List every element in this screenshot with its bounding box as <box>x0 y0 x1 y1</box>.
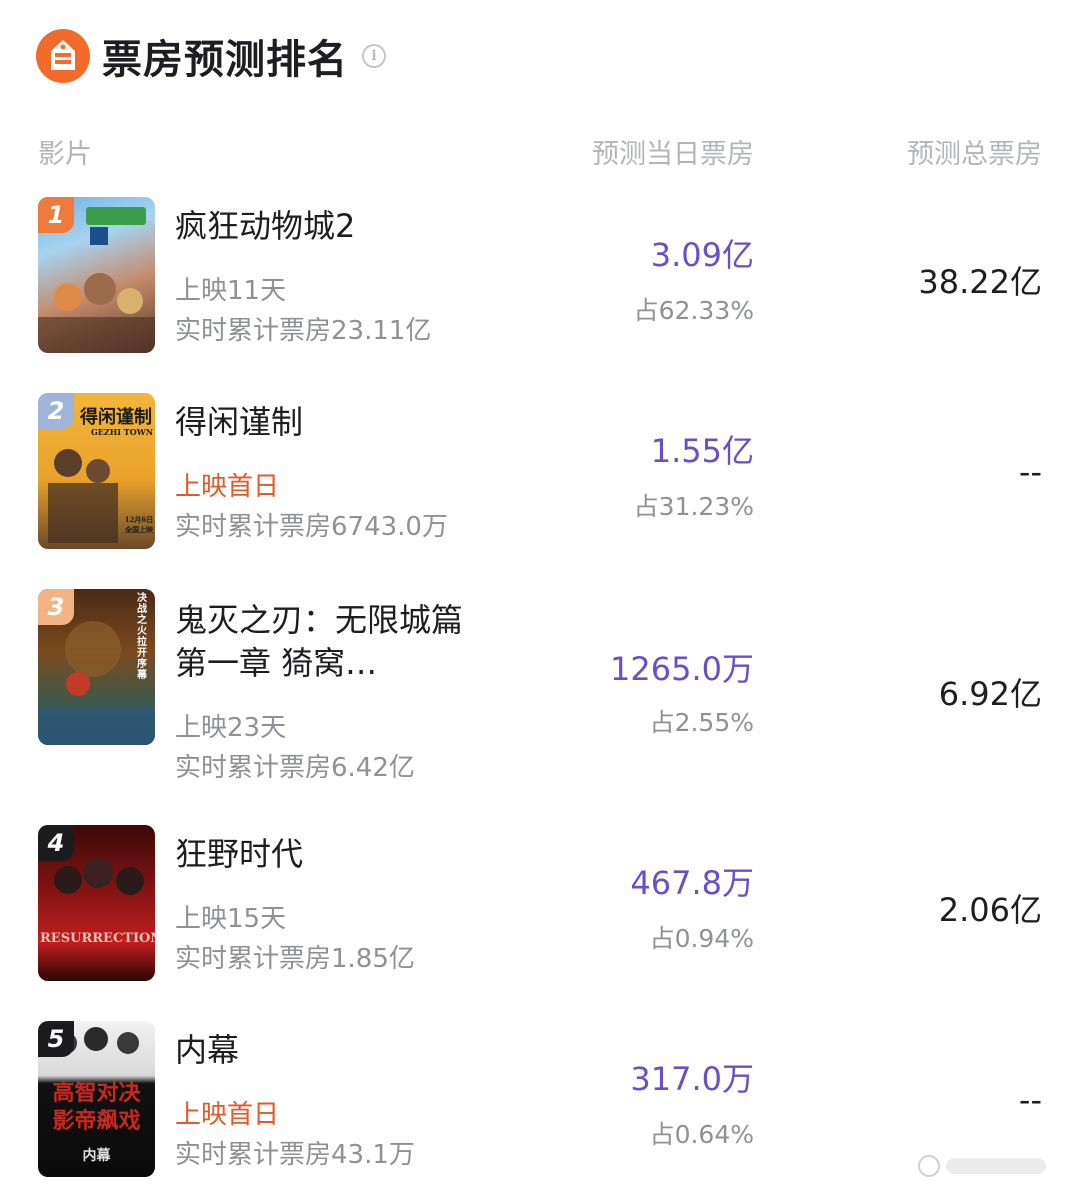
cumulative-box-office: 实时累计票房1.85亿 <box>175 944 415 974</box>
release-status: 上映首日 <box>175 472 280 502</box>
release-status: 上映23天 <box>175 713 287 743</box>
film-row[interactable]: RESURRECTION 4 狂野时代 上映15天 实时累计票房1.85亿 46… <box>0 825 1080 985</box>
poster-title: 内幕 <box>82 1148 111 1164</box>
total-forecast-value: -- <box>1018 1081 1042 1119</box>
film-title[interactable]: 内幕 <box>175 1029 475 1072</box>
cumulative-box-office: 实时累计票房6.42亿 <box>175 753 415 783</box>
day-forecast-value: 1265.0万 <box>610 650 754 688</box>
day-forecast-share: 占2.55% <box>649 708 754 737</box>
day-forecast-share: 占0.64% <box>649 1120 754 1149</box>
cumulative-box-office: 实时累计票房6743.0万 <box>175 512 448 542</box>
film-title[interactable]: 疯狂动物城2 <box>175 205 475 248</box>
day-forecast-share: 占0.94% <box>649 924 754 953</box>
column-header-day-forecast: 预测当日票房 <box>592 139 754 170</box>
cumulative-box-office: 实时累计票房43.1万 <box>175 1140 415 1170</box>
watermark <box>918 1155 1046 1177</box>
rank-badge: 3 <box>38 589 74 625</box>
poster-date: 12月6日 全国上映 <box>124 515 154 534</box>
day-forecast-share: 占62.33% <box>633 296 754 325</box>
day-forecast-share: 占31.23% <box>633 492 754 521</box>
film-title[interactable]: 鬼灭之刃：无限城篇 第一章 猗窝… <box>175 599 475 685</box>
poster-tagline: 决战之火 拉开序幕 <box>137 593 147 681</box>
rank-badge: 1 <box>38 197 74 233</box>
watermark-bar <box>946 1158 1046 1174</box>
total-forecast-value: 2.06亿 <box>938 891 1042 929</box>
film-title[interactable]: 狂野时代 <box>175 833 475 876</box>
cinema-logo-icon <box>36 29 90 83</box>
total-forecast-value: -- <box>1018 453 1042 491</box>
day-forecast-value: 317.0万 <box>630 1060 754 1098</box>
release-status: 上映15天 <box>175 904 287 934</box>
day-forecast-value: 3.09亿 <box>650 236 754 274</box>
info-icon[interactable]: i <box>362 44 386 68</box>
film-poster[interactable]: 1 <box>38 197 155 353</box>
day-forecast-value: 467.8万 <box>630 864 754 902</box>
watermark-icon <box>918 1155 940 1177</box>
film-poster[interactable]: RESURRECTION 4 <box>38 825 155 981</box>
film-poster[interactable]: 高智对决 影帝飙戏 内幕 5 <box>38 1021 155 1177</box>
film-poster[interactable]: 决战之火 拉开序幕 3 <box>38 589 155 745</box>
film-row[interactable]: 1 疯狂动物城2 上映11天 实时累计票房23.11亿 3.09亿 占62.33… <box>0 197 1080 357</box>
column-header-film: 影片 <box>38 139 92 170</box>
rank-badge: 2 <box>38 393 74 429</box>
rank-badge: 4 <box>38 825 74 861</box>
release-status: 上映首日 <box>175 1100 280 1130</box>
total-forecast-value: 38.22亿 <box>918 263 1042 301</box>
film-title[interactable]: 得闲谨制 <box>175 401 475 444</box>
poster-title: RESURRECTION <box>40 931 155 946</box>
column-header-total-forecast: 预测总票房 <box>907 139 1042 170</box>
total-forecast-value: 6.92亿 <box>938 675 1042 713</box>
poster-headline-2: 影帝飙戏 <box>52 1108 141 1134</box>
release-status: 上映11天 <box>175 276 287 306</box>
rank-badge: 5 <box>38 1021 74 1057</box>
film-poster[interactable]: 得闲谨制 GEZHI TOWN 12月6日 全国上映 2 <box>38 393 155 549</box>
film-row[interactable]: 得闲谨制 GEZHI TOWN 12月6日 全国上映 2 得闲谨制 上映首日 实… <box>0 393 1080 553</box>
day-forecast-value: 1.55亿 <box>650 432 754 470</box>
page-title: 票房预测排名 <box>102 37 348 83</box>
film-row[interactable]: 决战之火 拉开序幕 3 鬼灭之刃：无限城篇 第一章 猗窝… 上映23天 实时累计… <box>0 589 1080 789</box>
page-header: 票房预测排名 i <box>36 28 386 84</box>
cumulative-box-office: 实时累计票房23.11亿 <box>175 316 432 346</box>
